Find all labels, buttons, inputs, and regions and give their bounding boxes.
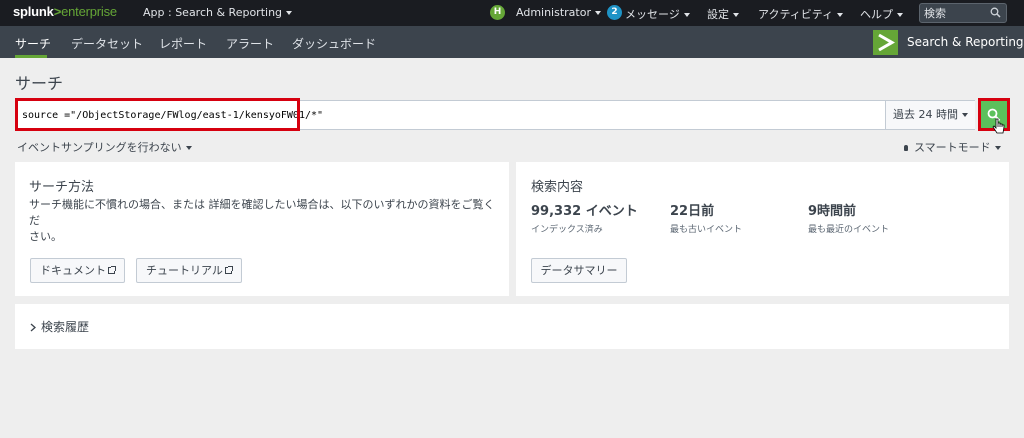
chevron-down-icon	[994, 146, 1001, 150]
data-summary-button[interactable]: データサマリー	[531, 258, 627, 283]
tab-datasets[interactable]: データセット	[71, 35, 143, 52]
logo-gt: >	[53, 4, 62, 19]
page-title: サーチ	[15, 74, 64, 93]
app-menu[interactable]: App : Search & Reporting	[143, 6, 293, 19]
tab-search[interactable]: サーチ	[15, 35, 51, 52]
chevron-down-icon	[837, 13, 844, 17]
logo-text: splunk	[13, 4, 54, 19]
tab-reports[interactable]: レポート	[159, 35, 207, 52]
highlight-box-query	[15, 98, 300, 131]
external-link-icon	[224, 266, 233, 274]
chevron-down-icon	[683, 13, 690, 17]
messages-menu-label: メッセージ	[625, 8, 680, 21]
settings-menu-label: 設定	[707, 8, 729, 21]
logo-suffix: enterprise	[61, 4, 117, 19]
how-to-search-line: サーチ機能に不慣れの場合、または 詳細を確認したい場合は、以下のいずれかの資料を…	[29, 198, 495, 227]
tutorial-button[interactable]: チュートリアル	[136, 258, 242, 283]
search-history-panel[interactable]	[15, 304, 1009, 349]
earliest-event-label: 最も古いイベント	[670, 225, 743, 235]
documentation-button-label: ドキュメント	[40, 264, 106, 277]
app-menu-label: App : Search & Reporting	[143, 6, 283, 19]
app-navbar: サーチ データセット レポート アラート ダッシュボード Search & Re…	[0, 26, 1024, 58]
user-menu-label: Administrator	[516, 6, 591, 19]
search-mode-label: スマートモード	[914, 141, 991, 154]
indexed-events-value: 99,332 イベント	[531, 204, 638, 219]
what-to-search-panel: 検索内容 99,332 イベント インデックス済み 22日前 最も古いイベント …	[516, 162, 1009, 296]
user-avatar: H	[490, 5, 505, 20]
global-search-input[interactable]	[924, 6, 986, 20]
active-tab-indicator	[15, 55, 47, 58]
search-history-title[interactable]: 検索履歴	[41, 318, 89, 335]
event-sampling-dropdown[interactable]: イベントサンプリングを行わない	[17, 139, 192, 155]
splunk-logo[interactable]: splunk>enterprise	[13, 4, 117, 19]
search-icon[interactable]	[990, 7, 1001, 21]
search-mode-dropdown[interactable]: スマートモード	[904, 139, 1001, 155]
help-menu[interactable]: ヘルプ	[860, 6, 903, 22]
tab-alerts[interactable]: アラート	[226, 35, 274, 52]
chevron-down-icon	[733, 13, 739, 17]
lightbulb-icon	[904, 145, 908, 151]
how-to-search-panel: サーチ方法 サーチ機能に不慣れの場合、または 詳細を確認したい場合は、以下のいず…	[15, 162, 509, 296]
how-to-search-title: サーチ方法	[29, 180, 95, 195]
global-search-box	[919, 3, 1007, 23]
time-range-label: 過去 24 時間	[893, 108, 958, 121]
top-navbar: splunk>enterprise App : Search & Reporti…	[0, 0, 1024, 26]
tab-dashboards[interactable]: ダッシュボード	[292, 35, 376, 52]
app-title: Search & Reporting	[907, 35, 1024, 49]
activity-menu-label: アクティビティ	[758, 8, 834, 21]
hand-cursor-icon	[992, 118, 1006, 139]
help-menu-label: ヘルプ	[860, 8, 893, 21]
settings-menu[interactable]: 設定	[707, 6, 739, 22]
chevron-down-icon	[897, 13, 903, 17]
latest-event-label: 最も最近のイベント	[808, 225, 890, 235]
messages-menu[interactable]: メッセージ	[625, 6, 690, 22]
indexed-events-label: インデックス済み	[531, 225, 603, 235]
app-logo-icon	[873, 30, 898, 55]
event-sampling-label: イベントサンプリングを行わない	[17, 141, 182, 154]
what-to-search-title: 検索内容	[531, 180, 584, 195]
user-menu[interactable]: Administrator	[516, 6, 601, 19]
tutorial-button-label: チュートリアル	[146, 264, 223, 277]
chevron-down-icon	[185, 146, 192, 150]
chevron-down-icon	[595, 11, 601, 15]
chevron-down-icon	[286, 11, 293, 15]
external-link-icon	[108, 266, 116, 274]
how-to-search-line: さい。	[29, 230, 62, 243]
time-range-picker[interactable]: 過去 24 時間	[885, 101, 975, 129]
messages-count-badge: 2	[607, 5, 622, 20]
chevron-down-icon	[962, 113, 968, 117]
activity-menu[interactable]: アクティビティ	[758, 6, 844, 22]
earliest-event-value: 22日前	[670, 204, 715, 219]
how-to-search-description: サーチ機能に不慣れの場合、または 詳細を確認したい場合は、以下のいずれかの資料を…	[29, 197, 499, 245]
documentation-button[interactable]: ドキュメント	[30, 258, 125, 283]
latest-event-value: 9時間前	[808, 204, 857, 219]
chevron-right-icon[interactable]	[30, 321, 36, 335]
